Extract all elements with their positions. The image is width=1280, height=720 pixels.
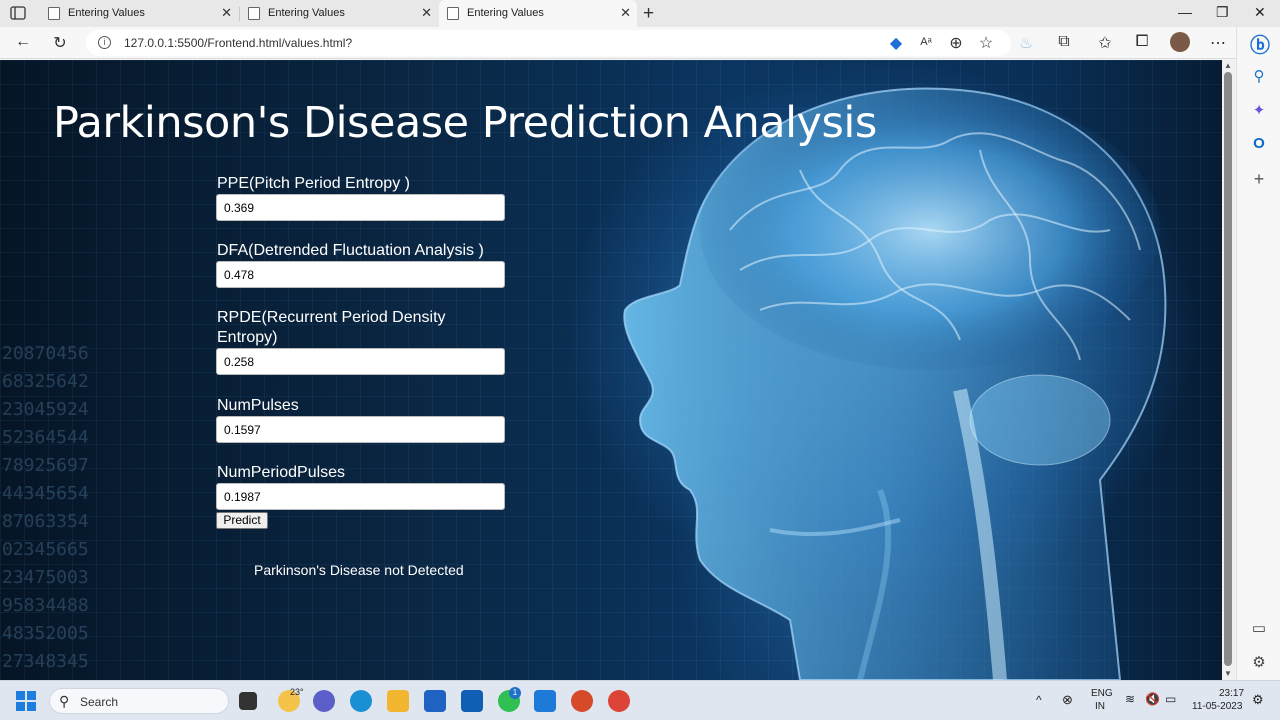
whatsapp-badge: 1 <box>509 687 521 699</box>
rpde-label: RPDE(Recurrent Period Density Entropy) <box>217 309 446 346</box>
bing-icon[interactable]: ⓑ <box>1250 29 1270 58</box>
language-top[interactable]: ENG <box>1091 688 1113 699</box>
network-alert-icon[interactable]: ⊗ <box>1062 692 1073 708</box>
outlook-app-icon[interactable] <box>461 690 483 712</box>
close-window-icon[interactable]: ✕ <box>1254 4 1266 21</box>
address-bar[interactable]: i 127.0.0.1:5500/Frontend.html/values.ht… <box>86 30 1011 56</box>
wifi-icon[interactable]: ≋ <box>1125 692 1135 706</box>
new-tab-icon[interactable]: + <box>643 3 654 25</box>
site-info-icon[interactable]: i <box>98 36 111 49</box>
close-tab-icon[interactable]: ✕ <box>421 5 432 21</box>
browser-tab[interactable]: Entering Values ✕ <box>40 0 238 27</box>
notifications-icon[interactable]: ⚙ <box>1252 692 1264 708</box>
browser-toolbar: ← ↻ i 127.0.0.1:5500/Frontend.html/value… <box>0 27 1280 59</box>
browser-tab[interactable]: Entering Values ✕ <box>240 0 438 27</box>
tab-title: Entering Values <box>467 7 544 19</box>
more-options-icon[interactable]: ⋯ <box>1208 33 1228 53</box>
search-icon[interactable]: ⚲ <box>1250 67 1268 85</box>
rpde-input[interactable] <box>216 348 505 375</box>
page-icon <box>447 7 459 20</box>
outlook-icon[interactable]: O <box>1250 135 1268 152</box>
tab-title: Entering Values <box>68 7 145 19</box>
favorites-icon[interactable]: ✩ <box>1095 33 1115 53</box>
settings-gear-icon[interactable]: ⚙ <box>1250 653 1268 671</box>
taskbar-search-label: Search <box>80 695 119 709</box>
copilot-icon[interactable]: ✦ <box>1250 101 1268 119</box>
page-icon <box>48 7 60 20</box>
extension-icon[interactable]: ♨ <box>1016 33 1036 53</box>
ppe-input[interactable] <box>216 194 505 221</box>
vscode-icon[interactable] <box>534 690 556 712</box>
file-explorer-icon[interactable] <box>387 690 409 712</box>
language-bottom[interactable]: IN <box>1095 701 1105 712</box>
clock-date[interactable]: 11-05-2023 <box>1192 701 1242 712</box>
url-text[interactable]: 127.0.0.1:5500/Frontend.html/values.html… <box>124 36 352 50</box>
powerpoint-icon[interactable] <box>571 690 593 712</box>
clock-time[interactable]: 23:17 <box>1219 688 1244 699</box>
numpulses-input[interactable] <box>216 416 505 443</box>
scroll-up-icon[interactable]: ▲ <box>1224 61 1232 70</box>
maximize-icon[interactable]: ❐ <box>1216 4 1229 21</box>
scrollbar-thumb[interactable] <box>1224 72 1232 666</box>
numpulses-label: NumPulses <box>217 397 299 414</box>
predict-button[interactable]: Predict <box>216 512 268 529</box>
teams-chat-icon[interactable] <box>313 690 335 712</box>
chrome-icon[interactable] <box>608 690 630 712</box>
tab-title: Entering Values <box>268 7 345 19</box>
dfa-label: DFA(Detrended Fluctuation Analysis ) <box>217 242 484 259</box>
windows-start-icon[interactable] <box>16 691 36 711</box>
battery-icon[interactable]: ▭ <box>1165 692 1176 706</box>
search-icon: ⚲ <box>59 693 70 709</box>
scroll-down-icon[interactable]: ▼ <box>1224 669 1232 678</box>
page-icon <box>248 7 260 20</box>
favorite-icon[interactable]: ☆ <box>976 33 996 53</box>
minimize-icon[interactable]: — <box>1178 4 1192 20</box>
close-tab-icon[interactable]: ✕ <box>221 5 232 21</box>
tray-overflow-icon[interactable]: ^ <box>1036 693 1042 707</box>
coupon-icon[interactable]: ◆ <box>886 33 906 53</box>
profile-avatar[interactable] <box>1170 32 1190 52</box>
back-icon[interactable]: ← <box>13 33 33 51</box>
store-icon[interactable] <box>424 690 446 712</box>
prediction-result: Parkinson's Disease not Detected <box>254 562 464 578</box>
task-view-icon[interactable] <box>239 692 257 710</box>
edge-icon[interactable] <box>350 690 372 712</box>
ppe-label: PPE(Pitch Period Entropy ) <box>217 175 410 192</box>
add-icon[interactable]: + <box>1250 169 1268 190</box>
read-aloud-icon[interactable]: Aᵃ <box>916 36 936 48</box>
weather-temp: 23° <box>290 687 304 697</box>
brain-head-illustration <box>623 87 1167 680</box>
browser-tab-active[interactable]: Entering Values ✕ <box>439 0 637 27</box>
numperiodpulses-label: NumPeriodPulses <box>217 464 346 481</box>
zoom-icon[interactable]: ⊕ <box>946 33 966 53</box>
close-tab-icon[interactable]: ✕ <box>620 5 631 21</box>
numperiodpulses-input[interactable] <box>216 483 505 510</box>
tab-strip: Entering Values ✕ Entering Values ✕ Ente… <box>0 0 1280 27</box>
tab-actions-icon[interactable] <box>8 5 30 22</box>
page-scrollbar[interactable]: ▲ ▼ <box>1222 60 1234 680</box>
extensions-icon[interactable]: ⧉ <box>1054 33 1074 51</box>
dfa-input[interactable] <box>216 261 505 288</box>
volume-muted-icon[interactable]: 🔇 <box>1145 692 1160 706</box>
windows-taskbar: ⚲ Search 23° 1 ^ ⊗ ENG IN ≋ 🔇 ▭ 23:17 11… <box>0 680 1280 720</box>
edge-sidebar: ⓑ ⚲ ✦ O + ▭ ⚙ <box>1236 27 1280 680</box>
page-title: Parkinson's Disease Prediction Analysis <box>53 98 877 148</box>
refresh-icon[interactable]: ↻ <box>50 33 70 53</box>
page-viewport: 20870456 68325642 23045924 52364544 7892… <box>0 60 1222 680</box>
taskbar-search[interactable]: ⚲ Search <box>49 688 229 714</box>
collections-icon[interactable]: ⧠ <box>1132 33 1152 51</box>
sidebar-panel-icon[interactable]: ▭ <box>1250 619 1268 637</box>
